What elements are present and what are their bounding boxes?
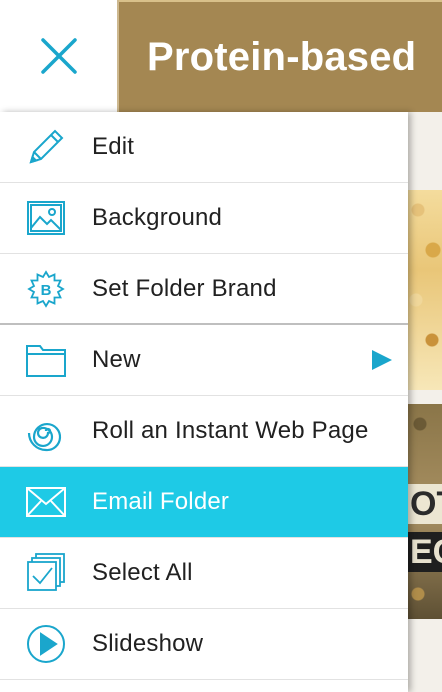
close-icon: [40, 38, 77, 74]
menu-item-label: Edit: [92, 133, 135, 160]
menu-item-select-all[interactable]: Select All: [0, 538, 408, 609]
background-text-1: OT: [408, 484, 442, 524]
background-photo-top: [408, 190, 442, 390]
menu-item-background[interactable]: Background: [0, 183, 408, 254]
play-icon: [24, 622, 68, 666]
menu-item-label: Background: [92, 204, 223, 231]
menu-item-slideshow[interactable]: Slideshow: [0, 609, 408, 680]
image-icon: [24, 196, 68, 240]
menu-item-label: Slideshow: [92, 630, 204, 657]
select-all-icon: [24, 551, 68, 595]
menu-item-new[interactable]: New: [0, 325, 408, 396]
close-button[interactable]: [0, 0, 119, 112]
brand-badge-icon: B: [24, 267, 68, 311]
menu-item-label: New: [92, 346, 141, 373]
pencil-icon: [24, 125, 68, 169]
spiral-icon: [24, 409, 68, 453]
title-bar: Protein-based: [119, 0, 442, 112]
menu-item-label: Email Folder: [92, 488, 230, 515]
menu-item-label: Set Folder Brand: [92, 274, 277, 302]
page-title: Protein-based: [147, 34, 417, 79]
submenu-arrow-icon: [372, 350, 392, 370]
envelope-icon: [24, 480, 68, 524]
menu-item-email-folder[interactable]: Email Folder: [0, 467, 408, 538]
background-text-2: EC: [408, 532, 442, 572]
menu-item-set-folder-brand[interactable]: B Set Folder Brand: [0, 254, 408, 325]
menu-item-edit[interactable]: Edit: [0, 112, 408, 183]
background-photo: OT EC: [408, 112, 442, 692]
menu-item-roll-instant-web-page[interactable]: Roll an Instant Web Page: [0, 396, 408, 467]
folder-action-menu: Edit Background B Set Folder Brand New R…: [0, 112, 408, 692]
menu-item-label: Roll an Instant Web Page: [92, 417, 369, 444]
svg-text:B: B: [41, 282, 52, 299]
menu-item-label: Select All: [92, 559, 193, 586]
folder-icon: [24, 338, 68, 382]
